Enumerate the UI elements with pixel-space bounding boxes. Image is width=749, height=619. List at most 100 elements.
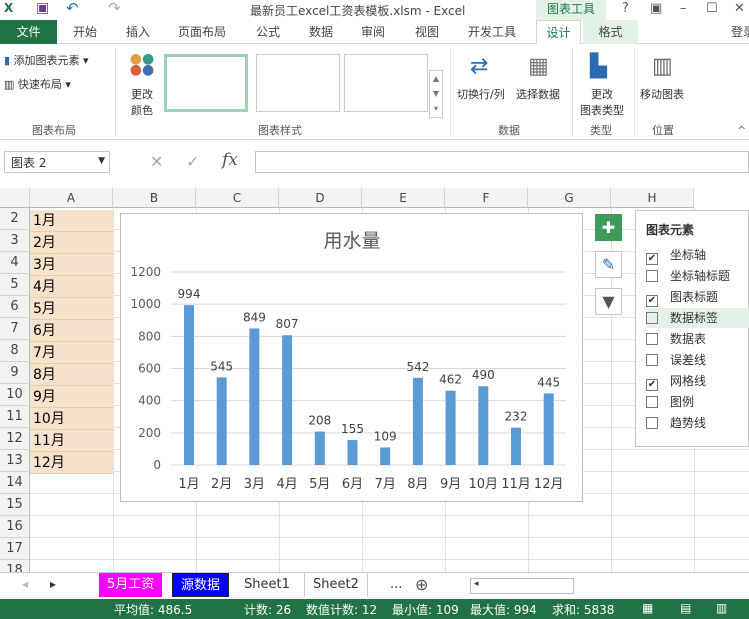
- cell-A2[interactable]: 1月: [30, 210, 113, 232]
- chart-element-option[interactable]: 坐标轴标题: [646, 266, 749, 286]
- row-header-7[interactable]: 7: [0, 318, 30, 340]
- checkbox[interactable]: ✔: [646, 253, 658, 265]
- column-header-C[interactable]: C: [196, 188, 279, 208]
- collapse-ribbon-icon[interactable]: ^: [737, 124, 746, 137]
- cell-A4[interactable]: 3月: [30, 254, 113, 276]
- tab-page-layout[interactable]: 页面布局: [170, 20, 234, 44]
- bar-1月[interactable]: [184, 305, 194, 465]
- switch-row-col-button[interactable]: 切换行/列: [457, 86, 505, 102]
- change-chart-type-button[interactable]: 更改 图表类型: [578, 86, 626, 118]
- tab-data[interactable]: 数据: [298, 20, 344, 44]
- login-link[interactable]: 登录: [728, 20, 749, 44]
- tab-insert[interactable]: 插入: [115, 20, 161, 44]
- checkbox[interactable]: ✔: [646, 379, 658, 391]
- chart-filters-button[interactable]: ▼: [595, 288, 622, 315]
- chart[interactable]: 用水量 0 200 400 600 800 1000 1200 994 1月 545 2月 849 3月 8…: [120, 213, 583, 502]
- chart-element-option[interactable]: ✔ 坐标轴: [646, 245, 749, 265]
- select-data-button[interactable]: 选择数据: [516, 86, 560, 102]
- checkbox[interactable]: ✔: [646, 295, 658, 307]
- tab-review[interactable]: 审阅: [350, 20, 396, 44]
- cell-A12[interactable]: 11月: [30, 430, 113, 452]
- checkbox[interactable]: [646, 333, 658, 345]
- bar-12月[interactable]: [543, 393, 554, 465]
- move-chart-button[interactable]: 移动图表: [640, 86, 684, 102]
- row-header-8[interactable]: 8: [0, 340, 30, 362]
- cell-A10[interactable]: 9月: [30, 386, 113, 408]
- more-sheets-button[interactable]: ...: [382, 573, 410, 597]
- tab-home[interactable]: 开始: [62, 20, 108, 44]
- row-header-16[interactable]: 16: [0, 516, 30, 538]
- row-header-4[interactable]: 4: [0, 252, 30, 274]
- chart-elements-button[interactable]: ✚: [595, 214, 622, 241]
- undo-icon[interactable]: ↶: [66, 0, 79, 17]
- minimize-icon[interactable]: –: [680, 1, 687, 16]
- tab-developer[interactable]: 开发工具: [460, 20, 524, 44]
- bar-4月[interactable]: [282, 335, 293, 465]
- normal-view-icon[interactable]: ▦: [642, 601, 653, 615]
- sheet-tab-source[interactable]: 源数据: [172, 573, 230, 597]
- page-break-view-icon[interactable]: ▥: [716, 601, 727, 615]
- horizontal-scrollbar[interactable]: ◂: [470, 578, 574, 594]
- insert-function-button[interactable]: fx: [222, 150, 238, 170]
- row-header-6[interactable]: 6: [0, 296, 30, 318]
- row-header-5[interactable]: 5: [0, 274, 30, 296]
- bar-7月[interactable]: [380, 447, 391, 465]
- scroll-left-icon[interactable]: ◂: [22, 577, 28, 591]
- maximize-icon[interactable]: ☐: [706, 1, 718, 16]
- checkbox[interactable]: [646, 354, 658, 366]
- tab-design[interactable]: 设计: [536, 20, 581, 44]
- row-header-14[interactable]: 14: [0, 472, 30, 494]
- cell-A11[interactable]: 10月: [30, 408, 113, 430]
- column-header-D[interactable]: D: [279, 188, 362, 208]
- save-icon[interactable]: ▣: [36, 0, 49, 16]
- sheet-tab-sheet2[interactable]: Sheet2: [304, 573, 368, 597]
- checkbox[interactable]: [646, 396, 658, 408]
- column-header-A[interactable]: A: [30, 188, 113, 208]
- chart-style-2[interactable]: [256, 54, 340, 112]
- chart-element-option[interactable]: 误差线: [646, 350, 749, 370]
- cancel-icon[interactable]: ✕: [150, 152, 163, 171]
- bar-8月[interactable]: [412, 377, 423, 465]
- new-sheet-icon[interactable]: ⊕: [415, 575, 428, 594]
- row-header-3[interactable]: 3: [0, 230, 30, 252]
- chart-style-1[interactable]: [164, 54, 248, 112]
- chart-styles-button[interactable]: ✎: [595, 251, 622, 278]
- chart-element-option[interactable]: 数据标签: [646, 308, 749, 328]
- bar-3月[interactable]: [249, 328, 260, 465]
- row-header-12[interactable]: 12: [0, 428, 30, 450]
- row-header-13[interactable]: 13: [0, 450, 30, 472]
- tab-file[interactable]: 文件: [0, 20, 57, 44]
- tab-format[interactable]: 格式: [583, 20, 638, 44]
- sheet-tab-sheet1[interactable]: Sheet1: [236, 573, 298, 597]
- row-header-17[interactable]: 17: [0, 538, 30, 560]
- bar-2月[interactable]: [216, 377, 227, 465]
- cell-A6[interactable]: 5月: [30, 298, 113, 320]
- row-header-11[interactable]: 11: [0, 406, 30, 428]
- add-chart-element-button[interactable]: ▮ 添加图表元素 ▾: [4, 52, 89, 68]
- styles-scroll[interactable]: ▲ ▼ ▾: [429, 70, 443, 118]
- chart-style-3[interactable]: [344, 54, 428, 112]
- bar-9月[interactable]: [445, 390, 456, 465]
- name-box[interactable]: 图表 2 ▼: [4, 151, 110, 173]
- tab-view[interactable]: 视图: [404, 20, 450, 44]
- cell-A7[interactable]: 6月: [30, 320, 113, 342]
- chart-element-option[interactable]: 图例: [646, 392, 749, 412]
- close-icon[interactable]: ✕: [734, 1, 745, 16]
- column-header-G[interactable]: G: [528, 188, 611, 208]
- ribbon-display-icon[interactable]: ▣: [650, 1, 662, 16]
- chart-element-option[interactable]: ✔ 网格线: [646, 371, 749, 391]
- redo-icon[interactable]: ↷: [108, 0, 121, 17]
- page-layout-view-icon[interactable]: ▤: [680, 601, 691, 615]
- cell-A8[interactable]: 7月: [30, 342, 113, 364]
- cell-A5[interactable]: 4月: [30, 276, 113, 298]
- column-header-H[interactable]: H: [611, 188, 694, 208]
- formula-input[interactable]: [255, 151, 749, 173]
- bar-6月[interactable]: [347, 440, 358, 465]
- row-header-15[interactable]: 15: [0, 494, 30, 516]
- row-header-2[interactable]: 2: [0, 208, 30, 230]
- scroll-right-icon[interactable]: ▸: [50, 577, 56, 591]
- row-header-10[interactable]: 10: [0, 384, 30, 406]
- chart-element-option[interactable]: 趋势线: [646, 413, 749, 433]
- change-color-button[interactable]: 更改 颜色: [124, 86, 160, 118]
- column-header-E[interactable]: E: [362, 188, 445, 208]
